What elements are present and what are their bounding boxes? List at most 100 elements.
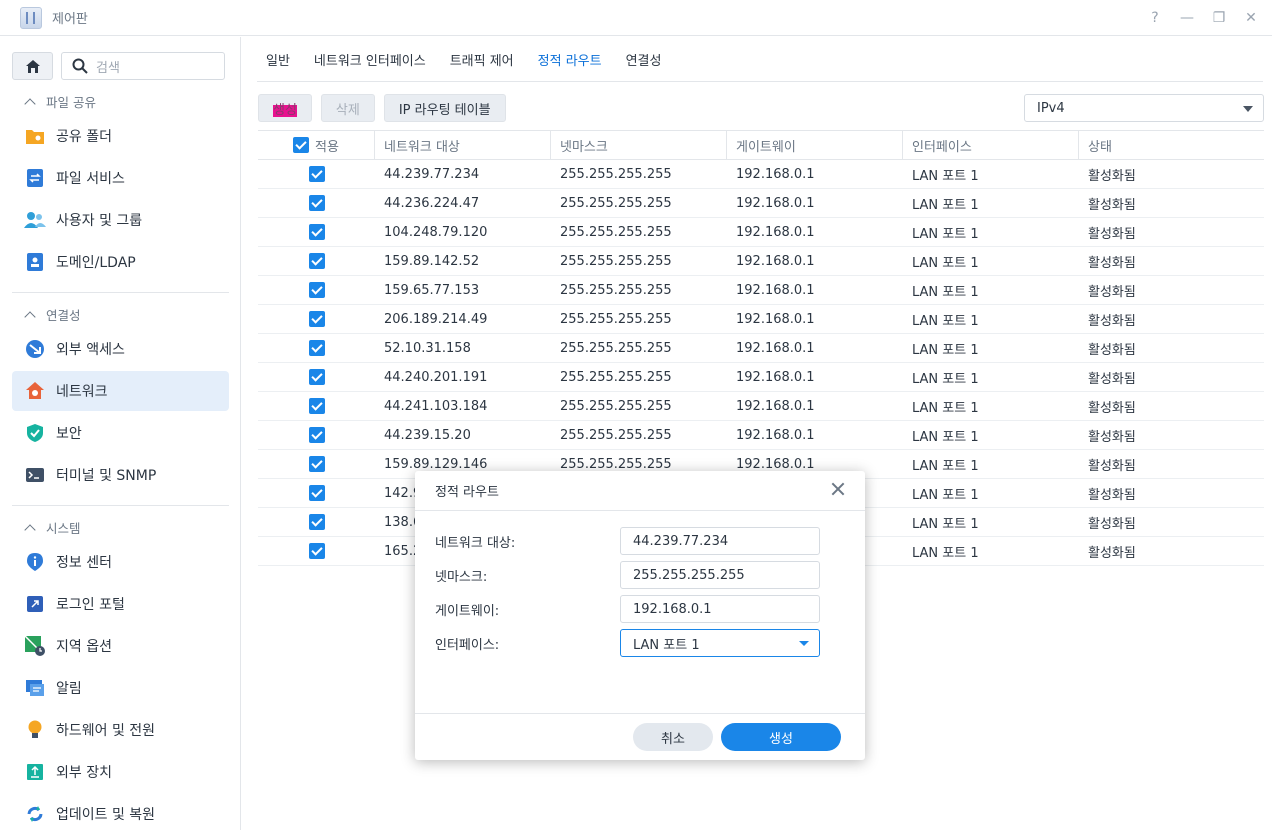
select-all-checkbox[interactable]: [293, 137, 310, 153]
apply-cell: [258, 305, 375, 333]
table-row[interactable]: 159.89.142.52 255.255.255.255 192.168.0.1 L…: [258, 247, 1264, 276]
field-network-destination: 네트워크 대상: 44.239.77.234: [435, 527, 840, 555]
gateway-input[interactable]: 192.168.0.1: [620, 595, 820, 623]
apply-checkbox[interactable]: [308, 340, 325, 356]
ip-version-select[interactable]: IPv4: [1024, 94, 1264, 122]
table-row[interactable]: 44.239.15.20 255.255.255.255 192.168.0.1 LA…: [258, 421, 1264, 450]
sidebar-item-domain-ldap[interactable]: 도메인/LDAP: [12, 242, 229, 282]
table-row[interactable]: 44.239.77.234 255.255.255.255 192.168.0.1 L…: [258, 160, 1264, 189]
sidebar-item-file-services[interactable]: 파일 서비스: [12, 158, 229, 198]
ip-routing-table-button[interactable]: IP 라우팅 테이블: [383, 94, 506, 122]
header-interface[interactable]: 인터페이스: [903, 131, 1079, 159]
table-row[interactable]: 44.236.224.47 255.255.255.255 192.168.0.1 L…: [258, 189, 1264, 218]
status-cell: 활성화됨: [1088, 284, 1136, 300]
apply-cell: [258, 218, 375, 246]
table-row[interactable]: 44.241.103.184 255.255.255.255 192.168.0.1…: [258, 392, 1264, 421]
tab-connectivity[interactable]: 연결성: [626, 37, 662, 82]
apply-checkbox[interactable]: [308, 282, 325, 298]
field-interface: 인터페이스: LAN 포트 1: [435, 629, 840, 657]
shared-folder-icon: [24, 125, 46, 147]
search-icon: [72, 58, 88, 74]
login-portal-icon: [24, 593, 46, 615]
network-destination-input[interactable]: 44.239.77.234: [620, 527, 820, 555]
tab-static-route[interactable]: 정적 라우트: [538, 37, 602, 82]
interface-cell: LAN 포트 1: [912, 313, 979, 329]
sidebar-item-terminal-snmp[interactable]: 터미널 및 SNMP: [12, 455, 229, 495]
tab-network-interface[interactable]: 네트워크 인터페이스: [314, 37, 426, 82]
table-row[interactable]: 159.65.77.153 255.255.255.255 192.168.0.1 L…: [258, 276, 1264, 305]
create-confirm-button[interactable]: 생성: [721, 723, 841, 751]
apply-checkbox[interactable]: [308, 427, 325, 443]
tab-traffic-control[interactable]: 트래픽 제어: [450, 37, 514, 82]
gateway-cell: 192.168.0.1: [736, 166, 815, 182]
chevron-up-icon: [24, 310, 36, 323]
apply-checkbox[interactable]: [308, 253, 325, 269]
chevron-down-icon: [799, 641, 809, 646]
close-icon[interactable]: ✕: [1244, 10, 1258, 26]
restore-icon[interactable]: ❐: [1212, 10, 1226, 26]
apply-checkbox[interactable]: [308, 195, 325, 211]
sidebar-item-external-access[interactable]: 외부 액세스: [12, 329, 229, 369]
apply-checkbox[interactable]: [308, 514, 325, 530]
chevron-down-icon: [1243, 106, 1253, 112]
sidebar-item-login-portal[interactable]: 로그인 포털: [12, 584, 229, 624]
sidebar-item-hardware-power[interactable]: 하드웨어 및 전원: [12, 710, 229, 750]
interface-cell: LAN 포트 1: [912, 168, 979, 184]
minimize-icon[interactable]: —: [1180, 10, 1194, 26]
sidebar-item-info-center[interactable]: 정보 센터: [12, 542, 229, 582]
sidebar-item-security[interactable]: 보안: [12, 413, 229, 453]
apply-checkbox[interactable]: [308, 543, 325, 559]
delete-button[interactable]: 삭제: [320, 94, 375, 122]
home-button[interactable]: [12, 52, 53, 80]
apply-checkbox[interactable]: [308, 166, 325, 182]
interface-select[interactable]: LAN 포트 1: [620, 629, 820, 657]
sidebar-item-user-group[interactable]: 사용자 및 그룹: [12, 200, 229, 240]
create-button[interactable]: 생성: [258, 94, 312, 122]
help-icon[interactable]: ?: [1148, 10, 1162, 26]
gateway-cell: 192.168.0.1: [736, 369, 815, 385]
sidebar-item-notification[interactable]: 알림: [12, 668, 229, 708]
section-connectivity[interactable]: 연결성: [24, 305, 81, 324]
sidebar-item-shared-folder[interactable]: 공유 폴더: [12, 116, 229, 156]
window-controls: ? — ❐ ✕: [1148, 0, 1258, 36]
search-input[interactable]: 검색: [61, 52, 225, 80]
status-cell: 활성화됨: [1088, 168, 1136, 184]
apply-cell: [258, 421, 375, 449]
netmask-input[interactable]: 255.255.255.255: [620, 561, 820, 589]
apply-checkbox[interactable]: [308, 311, 325, 327]
gateway-cell: 192.168.0.1: [736, 311, 815, 327]
sidebar-item-network[interactable]: 네트워크: [12, 371, 229, 411]
header-network-destination[interactable]: 네트워크 대상: [375, 131, 551, 159]
table-row[interactable]: 206.189.214.49 255.255.255.255 192.168.0.1…: [258, 305, 1264, 334]
network-destination-cell: 159.89.142.52: [384, 253, 480, 269]
static-route-dialog: 정적 라우트 네트워크 대상: 44.239.77.234 넷마스크: 255.…: [415, 471, 865, 760]
section-system[interactable]: 시스템: [24, 518, 81, 537]
sidebar-item-regional-options[interactable]: 지역 옵션: [12, 626, 229, 666]
section-file-sharing[interactable]: 파일 공유: [24, 92, 96, 111]
table-row[interactable]: 52.10.31.158 255.255.255.255 192.168.0.1 LA…: [258, 334, 1264, 363]
interface-cell: LAN 포트 1: [912, 458, 979, 474]
apply-checkbox[interactable]: [308, 485, 325, 501]
table-row[interactable]: 44.240.201.191 255.255.255.255 192.168.0.1…: [258, 363, 1264, 392]
sidebar-item-update-restore[interactable]: 업데이트 및 복원: [12, 794, 229, 834]
apply-checkbox[interactable]: [308, 224, 325, 240]
close-icon[interactable]: [831, 482, 845, 496]
apply-checkbox[interactable]: [308, 398, 325, 414]
apply-checkbox[interactable]: [308, 369, 325, 385]
header-apply[interactable]: 적용: [258, 131, 375, 159]
tab-bar: 일반 네트워크 인터페이스 트래픽 제어 정적 라우트 연결성: [257, 37, 1263, 82]
home-icon: [25, 59, 40, 73]
control-panel-icon: [20, 6, 42, 29]
interface-cell: LAN 포트 1: [912, 371, 979, 387]
header-netmask[interactable]: 넷마스크: [551, 131, 727, 159]
apply-checkbox[interactable]: [308, 456, 325, 472]
apply-cell: [258, 479, 375, 507]
table-row[interactable]: 104.248.79.120 255.255.255.255 192.168.0.1…: [258, 218, 1264, 247]
netmask-cell: 255.255.255.255: [560, 340, 672, 356]
header-gateway[interactable]: 게이트웨이: [727, 131, 903, 159]
sidebar-item-external-devices[interactable]: 외부 장치: [12, 752, 229, 792]
tab-general[interactable]: 일반: [266, 37, 290, 82]
header-status[interactable]: 상태: [1079, 131, 1247, 159]
cancel-button[interactable]: 취소: [633, 723, 713, 751]
external-devices-icon: [24, 761, 46, 783]
